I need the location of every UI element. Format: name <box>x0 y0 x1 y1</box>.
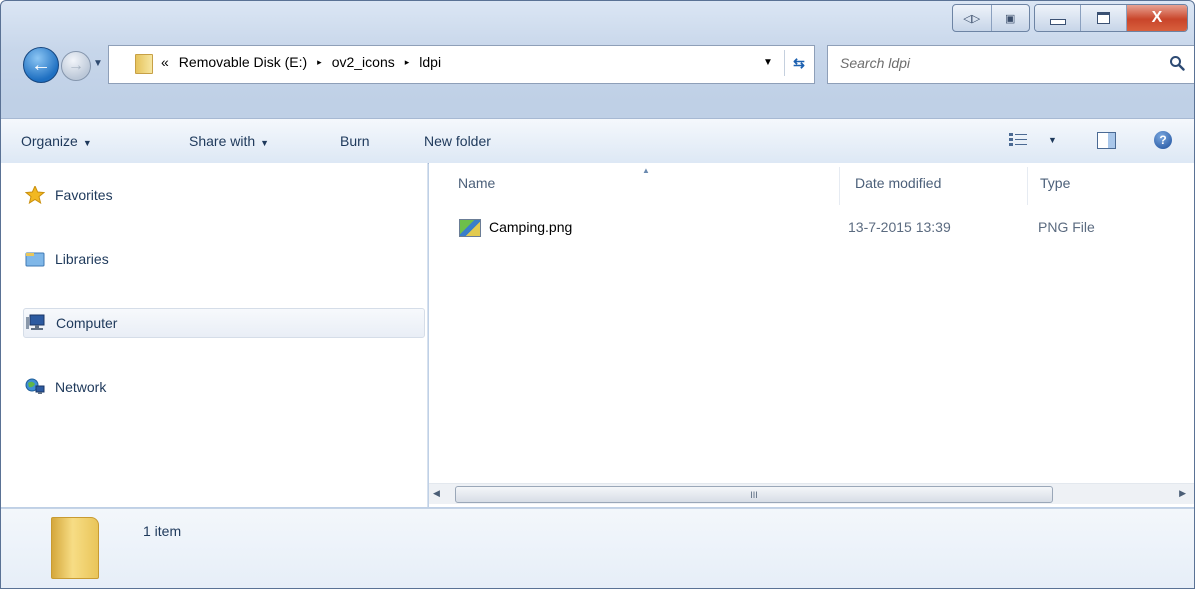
scroll-left-icon[interactable]: ◀ <box>433 488 440 499</box>
nav-item-label: Favorites <box>55 187 113 203</box>
nav-item-label: Computer <box>56 315 118 331</box>
pin-icon[interactable]: ▣ <box>992 5 1030 31</box>
details-pane: 1 item <box>1 508 1194 588</box>
column-divider[interactable] <box>1027 167 1028 205</box>
nav-item-computer[interactable]: Computer <box>23 308 425 338</box>
help-icon[interactable]: ? <box>1154 131 1172 149</box>
network-icon <box>25 378 45 396</box>
scroll-right-icon[interactable]: ▶ <box>1179 488 1186 499</box>
column-divider[interactable] <box>839 167 840 205</box>
navigation-pane: Favorites Libraries Computer Network <box>1 163 428 507</box>
file-name: Camping.png <box>489 219 573 235</box>
refresh-icon: ⇆ <box>793 54 805 71</box>
address-history-dropdown[interactable]: ▼ <box>763 57 773 68</box>
title-bar-extra-buttons: ◁▷ ▣ <box>952 4 1030 32</box>
column-header-type[interactable]: Type <box>1040 175 1070 191</box>
folder-icon <box>51 517 99 579</box>
address-row: ← → ▼ « Removable Disk (E:) ▸ ov2_icons … <box>1 45 1194 89</box>
forward-arrow-icon: → <box>68 57 84 74</box>
star-icon <box>25 186 45 204</box>
scrollbar-thumb[interactable]: III <box>455 486 1053 503</box>
minimize-button[interactable] <box>1035 5 1081 31</box>
refresh-button[interactable]: ⇆ <box>784 50 813 76</box>
window-controls: X <box>1034 4 1188 32</box>
file-row[interactable]: Camping.png 13-7-2015 13:39 PNG File <box>429 209 1194 243</box>
breadcrumb-item-ov2-icons[interactable]: ov2_icons <box>332 54 395 70</box>
back-button[interactable]: ← <box>23 47 59 83</box>
png-image-icon <box>459 219 481 237</box>
breadcrumb: « Removable Disk (E:) ▸ ov2_icons ▸ ldpi <box>161 54 441 70</box>
search-input[interactable] <box>840 55 1140 71</box>
view-options-icon[interactable] <box>1009 133 1027 147</box>
maximize-button[interactable] <box>1081 5 1127 31</box>
column-header-name[interactable]: Name <box>458 175 495 191</box>
snap-icon[interactable]: ◁▷ <box>953 5 992 31</box>
command-bar: Organize ▼ Share with ▼ Burn New folder ▼ … <box>1 118 1194 164</box>
breadcrumb-chevron-icon[interactable]: ▸ <box>317 57 322 68</box>
close-button[interactable]: X <box>1127 5 1187 31</box>
back-arrow-icon: ← <box>31 53 51 76</box>
folder-icon <box>135 54 153 74</box>
explorer-window: ◁▷ ▣ X ← → ▼ « Removable Disk (E:) ▸ ov2… <box>0 0 1195 589</box>
horizontal-scrollbar[interactable]: ◀ III ▶ <box>429 483 1194 504</box>
file-type: PNG File <box>1038 219 1095 235</box>
nav-item-network[interactable]: Network <box>25 372 106 402</box>
item-count: 1 item <box>143 523 182 539</box>
search-icon[interactable] <box>1169 55 1185 71</box>
nav-item-label: Network <box>55 379 107 395</box>
scrollbar-grip: III <box>750 489 758 500</box>
burn-button[interactable]: Burn <box>340 133 370 149</box>
column-header-date-modified[interactable]: Date modified <box>855 175 941 191</box>
share-with-button[interactable]: Share with ▼ <box>189 133 269 149</box>
sort-ascending-icon: ▲ <box>642 166 650 175</box>
minimize-icon <box>1049 19 1066 25</box>
breadcrumb-overflow[interactable]: « <box>161 54 169 70</box>
chevron-down-icon: ▼ <box>260 138 270 148</box>
view-options-dropdown[interactable]: ▼ <box>1048 135 1057 145</box>
file-list-pane: Name ▲ Date modified Type Camping.png 13… <box>429 163 1194 507</box>
libraries-icon <box>25 250 45 268</box>
computer-icon <box>26 314 46 332</box>
file-date-modified: 13-7-2015 13:39 <box>848 219 951 235</box>
organize-button[interactable]: Organize ▼ <box>21 133 92 149</box>
nav-item-libraries[interactable]: Libraries <box>25 244 109 274</box>
maximize-icon <box>1097 12 1110 24</box>
preview-pane-icon[interactable] <box>1097 132 1116 149</box>
breadcrumb-item-removable-disk[interactable]: Removable Disk (E:) <box>179 54 307 70</box>
nav-item-favorites[interactable]: Favorites <box>25 180 113 210</box>
nav-item-label: Libraries <box>55 251 109 267</box>
breadcrumb-chevron-icon[interactable]: ▸ <box>405 57 410 68</box>
chevron-down-icon: ▼ <box>82 138 92 148</box>
recent-locations-dropdown[interactable]: ▼ <box>93 58 103 69</box>
search-box <box>827 45 1194 84</box>
new-folder-button[interactable]: New folder <box>424 133 491 149</box>
breadcrumb-item-ldpi[interactable]: ldpi <box>419 54 441 70</box>
forward-button[interactable]: → <box>61 51 91 81</box>
